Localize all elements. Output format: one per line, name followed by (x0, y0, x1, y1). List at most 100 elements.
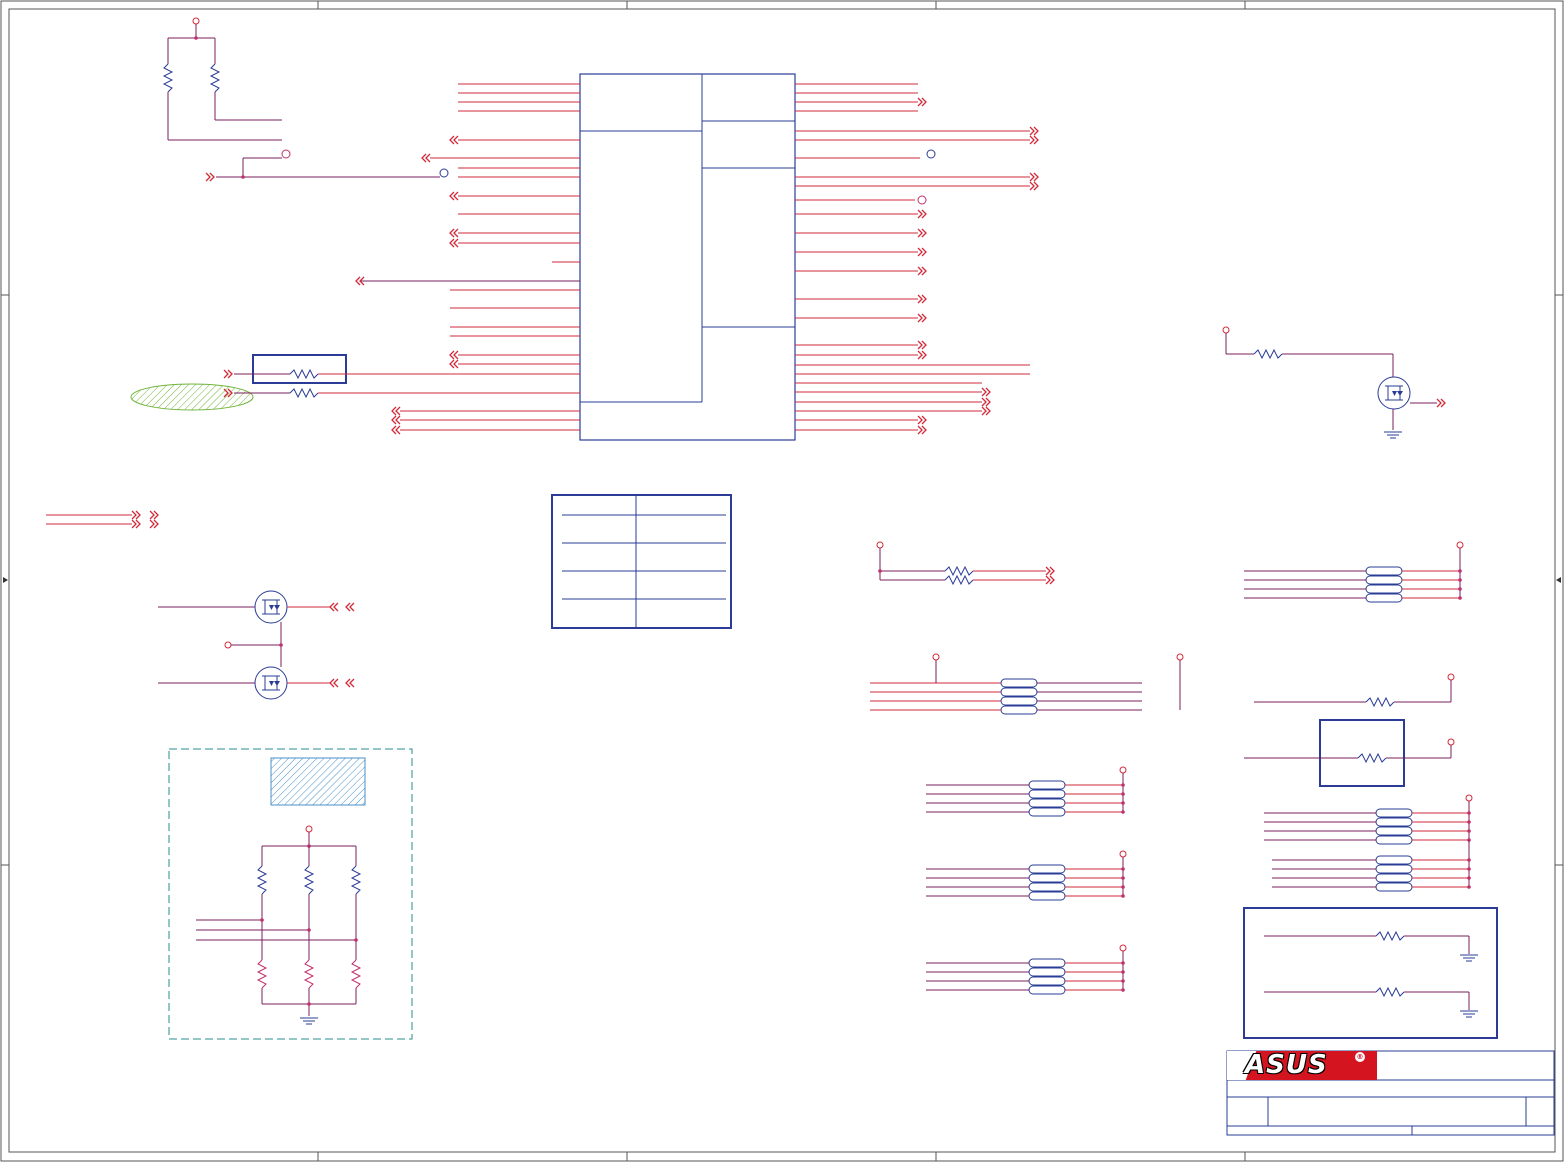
junction-dot (1458, 569, 1462, 573)
series-resistor-group (130, 276, 580, 411)
junction-dot (1121, 783, 1125, 787)
zone-ticks (1, 1, 1563, 1161)
strap-option-box (168, 748, 413, 1040)
keepout-area (130, 383, 254, 411)
junction-dot (1458, 596, 1462, 600)
resistor-icon (944, 566, 974, 576)
resistor-icon (163, 63, 173, 93)
offpage-connector-icon (131, 519, 141, 529)
pullup-net-middle (876, 541, 1055, 585)
offpage-connector-icon (917, 313, 927, 323)
ic-left-pins (391, 83, 580, 435)
mosfet-icon (1377, 376, 1411, 410)
offpage-connector-icon (391, 415, 401, 425)
offpage-connector-icon (391, 406, 401, 416)
offpage-connector-icon (449, 350, 459, 360)
offpage-connector-icon (917, 340, 927, 350)
resistor-icon (257, 865, 267, 895)
resistor-icon (1253, 349, 1283, 359)
schematic-sheet (0, 0, 1564, 1162)
junction-dot (1121, 885, 1125, 889)
offpage-connector-icon (449, 228, 459, 238)
offpage-connector-icon (917, 425, 927, 435)
junction-dot (1121, 988, 1125, 992)
power-flag-icon (1465, 794, 1473, 802)
resistor-icon (1375, 987, 1405, 997)
offpage-connector-icon (1436, 398, 1446, 408)
junction-dot (1467, 858, 1471, 862)
offpage-connector-icon (449, 359, 459, 369)
hatched-note-area (270, 757, 366, 806)
junction-dot (1467, 811, 1471, 815)
power-flag-icon (224, 641, 232, 649)
offpage-connector-icon (981, 397, 991, 407)
resistor-pack-icon (1000, 678, 1038, 715)
zone-arrow-left (3, 577, 8, 583)
junction-dot (1121, 792, 1125, 796)
offpage-connector-icon (1045, 566, 1055, 576)
junction-dot (1121, 961, 1125, 965)
offpage-connector-icon (1029, 135, 1039, 145)
zone-arrow-right (1556, 577, 1561, 583)
power-flag-icon (1176, 653, 1184, 661)
left-twin-nets (46, 510, 159, 529)
junction-dot (1467, 867, 1471, 871)
level-shift-mosfets (158, 590, 355, 700)
power-flag-icon (1222, 326, 1230, 334)
sheet-border (0, 0, 1564, 1162)
offpage-connector-icon (1029, 181, 1039, 191)
offpage-connector-icon (917, 350, 927, 360)
offpage-connector-icon (917, 266, 927, 276)
offpage-connector-icon (917, 97, 927, 107)
test-point-icon (926, 149, 936, 159)
resistor-icon (304, 865, 314, 895)
resistor-pack-icon (1365, 566, 1403, 603)
junction-dot (1467, 829, 1471, 833)
mosfet-icon (254, 666, 288, 700)
offpage-connector-icon (1029, 172, 1039, 182)
offpage-connector-icon (149, 510, 159, 520)
offpage-connector-icon (131, 510, 141, 520)
resistor-icon (351, 865, 361, 895)
resistor-icon (944, 575, 974, 585)
test-point-icon (917, 195, 927, 205)
offpage-connector-icon (917, 228, 927, 238)
resistor-icon (1357, 753, 1387, 763)
offpage-connector-icon (391, 425, 401, 435)
resistor-icon (257, 959, 267, 989)
offpage-connector-icon (449, 191, 459, 201)
offpage-connector-icon (421, 153, 431, 163)
power-flag-icon (932, 653, 940, 661)
offpage-connector-icon (1029, 126, 1039, 136)
offpage-connector-icon (981, 406, 991, 416)
offpage-connector-icon (223, 369, 233, 379)
offpage-connector-icon (917, 294, 927, 304)
power-flag-icon (1119, 944, 1127, 952)
resistor-pack-icon (1375, 808, 1413, 845)
offpage-connector-icon (917, 415, 927, 425)
pulldown-box (1243, 907, 1498, 1039)
ic-right-pins (795, 83, 1039, 435)
test-point-icon (439, 168, 449, 178)
junction-dot (1467, 885, 1471, 889)
junction-dot (1121, 810, 1125, 814)
ground-icon (1459, 954, 1479, 962)
power-flag-icon (1447, 673, 1455, 681)
junction-dot (1121, 876, 1125, 880)
resistor-pack-icon (1375, 855, 1413, 892)
main-ic (579, 73, 796, 441)
offpage-connector-icon (1045, 575, 1055, 585)
junction-dot (1467, 820, 1471, 824)
power-flag-icon (1119, 766, 1127, 774)
junction-dot (1121, 867, 1125, 871)
resistor-pack-icon (1028, 864, 1066, 901)
option-table (551, 494, 732, 629)
junction-dot (1121, 894, 1125, 898)
right-single-resistors (1244, 673, 1455, 787)
registered-mark: ® (1355, 1052, 1365, 1062)
ground-icon (1383, 431, 1403, 439)
resistor-pack-icon (1028, 780, 1066, 817)
resistor-icon (304, 959, 314, 989)
pullup-resistors-top-left (163, 17, 282, 141)
offpage-connector-icon (149, 519, 159, 529)
